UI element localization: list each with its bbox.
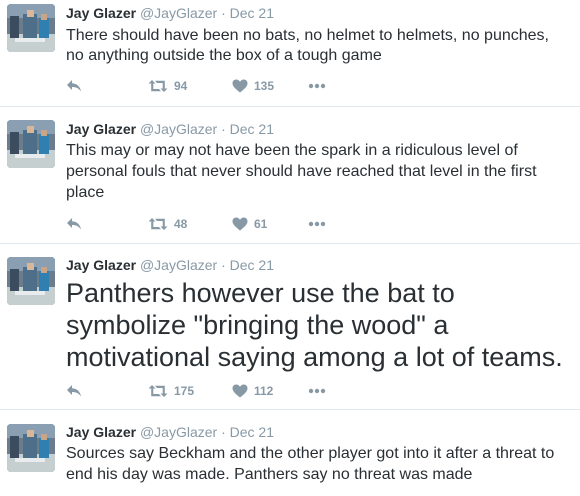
- tweet[interactable]: Jay Glazer @JayGlazer · Dec 21 This may …: [0, 107, 580, 244]
- like-button[interactable]: 61: [232, 217, 267, 231]
- retweet-icon: [148, 79, 168, 93]
- more-button[interactable]: [308, 388, 326, 394]
- tweet[interactable]: Jay Glazer @JayGlazer · Dec 21 There sho…: [0, 0, 580, 107]
- reply-button[interactable]: [66, 384, 82, 398]
- avatar[interactable]: [7, 424, 55, 472]
- retweet-count: 94: [174, 79, 188, 93]
- author-handle[interactable]: @JayGlazer: [140, 121, 217, 137]
- separator-dot: ·: [221, 257, 226, 273]
- author-handle[interactable]: @JayGlazer: [140, 5, 217, 21]
- heart-icon: [232, 384, 248, 398]
- more-button[interactable]: [308, 83, 326, 89]
- like-button[interactable]: 135: [232, 79, 274, 93]
- separator-dot: ·: [221, 424, 226, 440]
- tweet-date[interactable]: Dec 21: [230, 5, 274, 21]
- author-handle[interactable]: @JayGlazer: [140, 257, 217, 273]
- tweet-text: There should have been no bats, no helme…: [66, 27, 549, 64]
- reply-button[interactable]: [66, 217, 82, 231]
- more-icon: [308, 221, 326, 227]
- separator-dot: ·: [221, 5, 226, 21]
- like-count: 112: [254, 384, 274, 398]
- tweet-text: Panthers however use the bat to symboliz…: [66, 278, 563, 372]
- reply-icon: [66, 384, 82, 398]
- retweet-icon: [148, 217, 168, 231]
- heart-icon: [232, 217, 248, 231]
- tweet-header: Jay Glazer @JayGlazer · Dec 21: [66, 121, 274, 137]
- avatar[interactable]: [7, 4, 55, 52]
- tweet-header: Jay Glazer @JayGlazer · Dec 21: [66, 424, 274, 440]
- avatar[interactable]: [7, 120, 55, 168]
- author-name[interactable]: Jay Glazer: [66, 424, 136, 440]
- tweet-header: Jay Glazer @JayGlazer · Dec 21: [66, 5, 274, 21]
- tweet-header: Jay Glazer @JayGlazer · Dec 21: [66, 257, 274, 273]
- reply-icon: [66, 79, 82, 93]
- author-name[interactable]: Jay Glazer: [66, 121, 136, 137]
- like-count: 135: [254, 79, 275, 93]
- retweet-count: 175: [174, 384, 195, 398]
- more-icon: [308, 83, 326, 89]
- tweet[interactable]: Jay Glazer @JayGlazer · Dec 21 Sources s…: [0, 410, 580, 496]
- reply-icon: [66, 217, 82, 231]
- tweet-date[interactable]: Dec 21: [230, 121, 274, 137]
- retweet-button[interactable]: 175: [148, 384, 194, 398]
- reply-button[interactable]: [66, 79, 82, 93]
- author-handle[interactable]: @JayGlazer: [140, 424, 217, 440]
- retweet-button[interactable]: 48: [148, 217, 187, 231]
- tweet-text: Sources say Beckham and the other player…: [66, 445, 555, 483]
- like-count: 61: [254, 217, 268, 231]
- author-name[interactable]: Jay Glazer: [66, 257, 136, 273]
- retweet-icon: [148, 384, 168, 398]
- author-name[interactable]: Jay Glazer: [66, 5, 136, 21]
- tweet-text: This may or may not have been the spark …: [66, 142, 537, 201]
- tweet-date[interactable]: Dec 21: [230, 257, 274, 273]
- retweet-count: 48: [174, 217, 188, 231]
- more-icon: [308, 388, 326, 394]
- heart-icon: [232, 79, 248, 93]
- tweet-date[interactable]: Dec 21: [230, 424, 274, 440]
- retweet-button[interactable]: 94: [148, 79, 187, 93]
- like-button[interactable]: 112: [232, 384, 273, 398]
- separator-dot: ·: [221, 121, 226, 137]
- avatar[interactable]: [7, 257, 55, 305]
- more-button[interactable]: [308, 221, 326, 227]
- tweet[interactable]: Jay Glazer @JayGlazer · Dec 21 Panthers …: [0, 244, 580, 410]
